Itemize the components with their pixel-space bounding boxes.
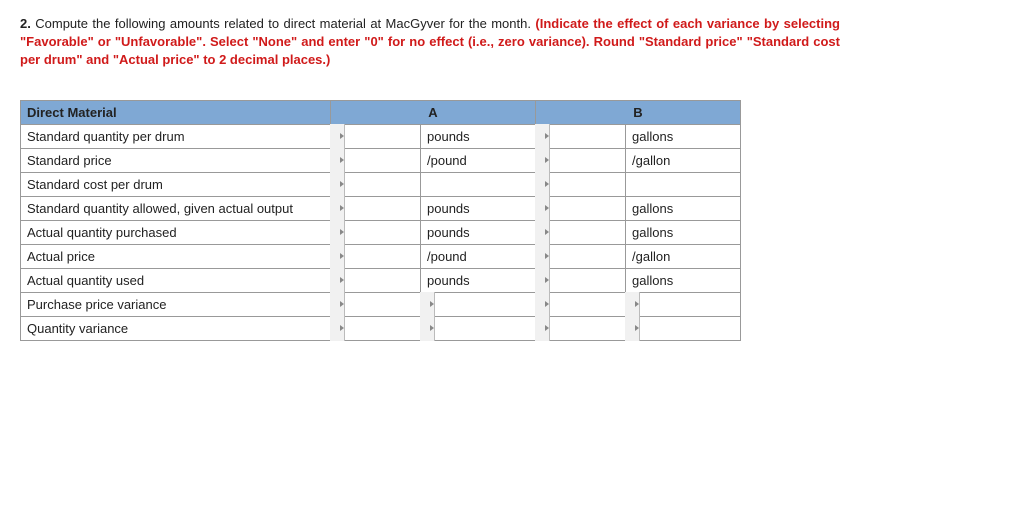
input-b[interactable]	[536, 244, 626, 268]
unit-a: pounds	[421, 220, 536, 244]
unit-a	[421, 172, 536, 196]
row-label: Actual quantity purchased	[21, 220, 331, 244]
unit-a: /pound	[421, 148, 536, 172]
input-a[interactable]	[331, 172, 421, 196]
input-a[interactable]	[331, 268, 421, 292]
input-a[interactable]	[331, 292, 421, 316]
input-b[interactable]	[536, 268, 626, 292]
unit-a: pounds	[421, 124, 536, 148]
unit-b: gallons	[626, 196, 741, 220]
header-col-b: B	[536, 100, 741, 124]
input-b[interactable]	[536, 292, 626, 316]
question-prompt: Compute the following amounts related to…	[35, 16, 531, 31]
table-row: Standard cost per drum	[21, 172, 741, 196]
table-row: Actual quantity purchased pounds gallons	[21, 220, 741, 244]
table-row: Standard quantity allowed, given actual …	[21, 196, 741, 220]
table-row: Actual price /pound /gallon	[21, 244, 741, 268]
header-col-a: A	[331, 100, 536, 124]
question-number: 2.	[20, 16, 31, 31]
unit-b: gallons	[626, 124, 741, 148]
unit-b: gallons	[626, 268, 741, 292]
unit-b	[626, 172, 741, 196]
unit-a: pounds	[421, 268, 536, 292]
select-a[interactable]	[421, 292, 536, 316]
input-a[interactable]	[331, 124, 421, 148]
table-header-row: Direct Material A B	[21, 100, 741, 124]
header-title: Direct Material	[21, 100, 331, 124]
table-row: Quantity variance	[21, 316, 741, 340]
direct-material-table: Direct Material A B Standard quantity pe…	[20, 100, 741, 341]
row-label: Standard cost per drum	[21, 172, 331, 196]
unit-b: /gallon	[626, 244, 741, 268]
question-block: 2. Compute the following amounts related…	[20, 15, 840, 70]
input-a[interactable]	[331, 148, 421, 172]
table-row: Standard quantity per drum pounds gallon…	[21, 124, 741, 148]
table-row: Actual quantity used pounds gallons	[21, 268, 741, 292]
select-a[interactable]	[421, 316, 536, 340]
select-b[interactable]	[626, 316, 741, 340]
input-a[interactable]	[331, 220, 421, 244]
input-a[interactable]	[331, 244, 421, 268]
input-b[interactable]	[536, 124, 626, 148]
row-label: Standard quantity per drum	[21, 124, 331, 148]
table-row: Purchase price variance	[21, 292, 741, 316]
row-label: Purchase price variance	[21, 292, 331, 316]
table-row: Standard price /pound /gallon	[21, 148, 741, 172]
unit-a: /pound	[421, 244, 536, 268]
select-b[interactable]	[626, 292, 741, 316]
input-a[interactable]	[331, 316, 421, 340]
unit-a: pounds	[421, 196, 536, 220]
unit-b: gallons	[626, 220, 741, 244]
row-label: Actual quantity used	[21, 268, 331, 292]
unit-b: /gallon	[626, 148, 741, 172]
input-a[interactable]	[331, 196, 421, 220]
row-label: Standard price	[21, 148, 331, 172]
input-b[interactable]	[536, 148, 626, 172]
row-label: Quantity variance	[21, 316, 331, 340]
row-label: Standard quantity allowed, given actual …	[21, 196, 331, 220]
input-b[interactable]	[536, 316, 626, 340]
input-b[interactable]	[536, 196, 626, 220]
input-b[interactable]	[536, 220, 626, 244]
input-b[interactable]	[536, 172, 626, 196]
row-label: Actual price	[21, 244, 331, 268]
